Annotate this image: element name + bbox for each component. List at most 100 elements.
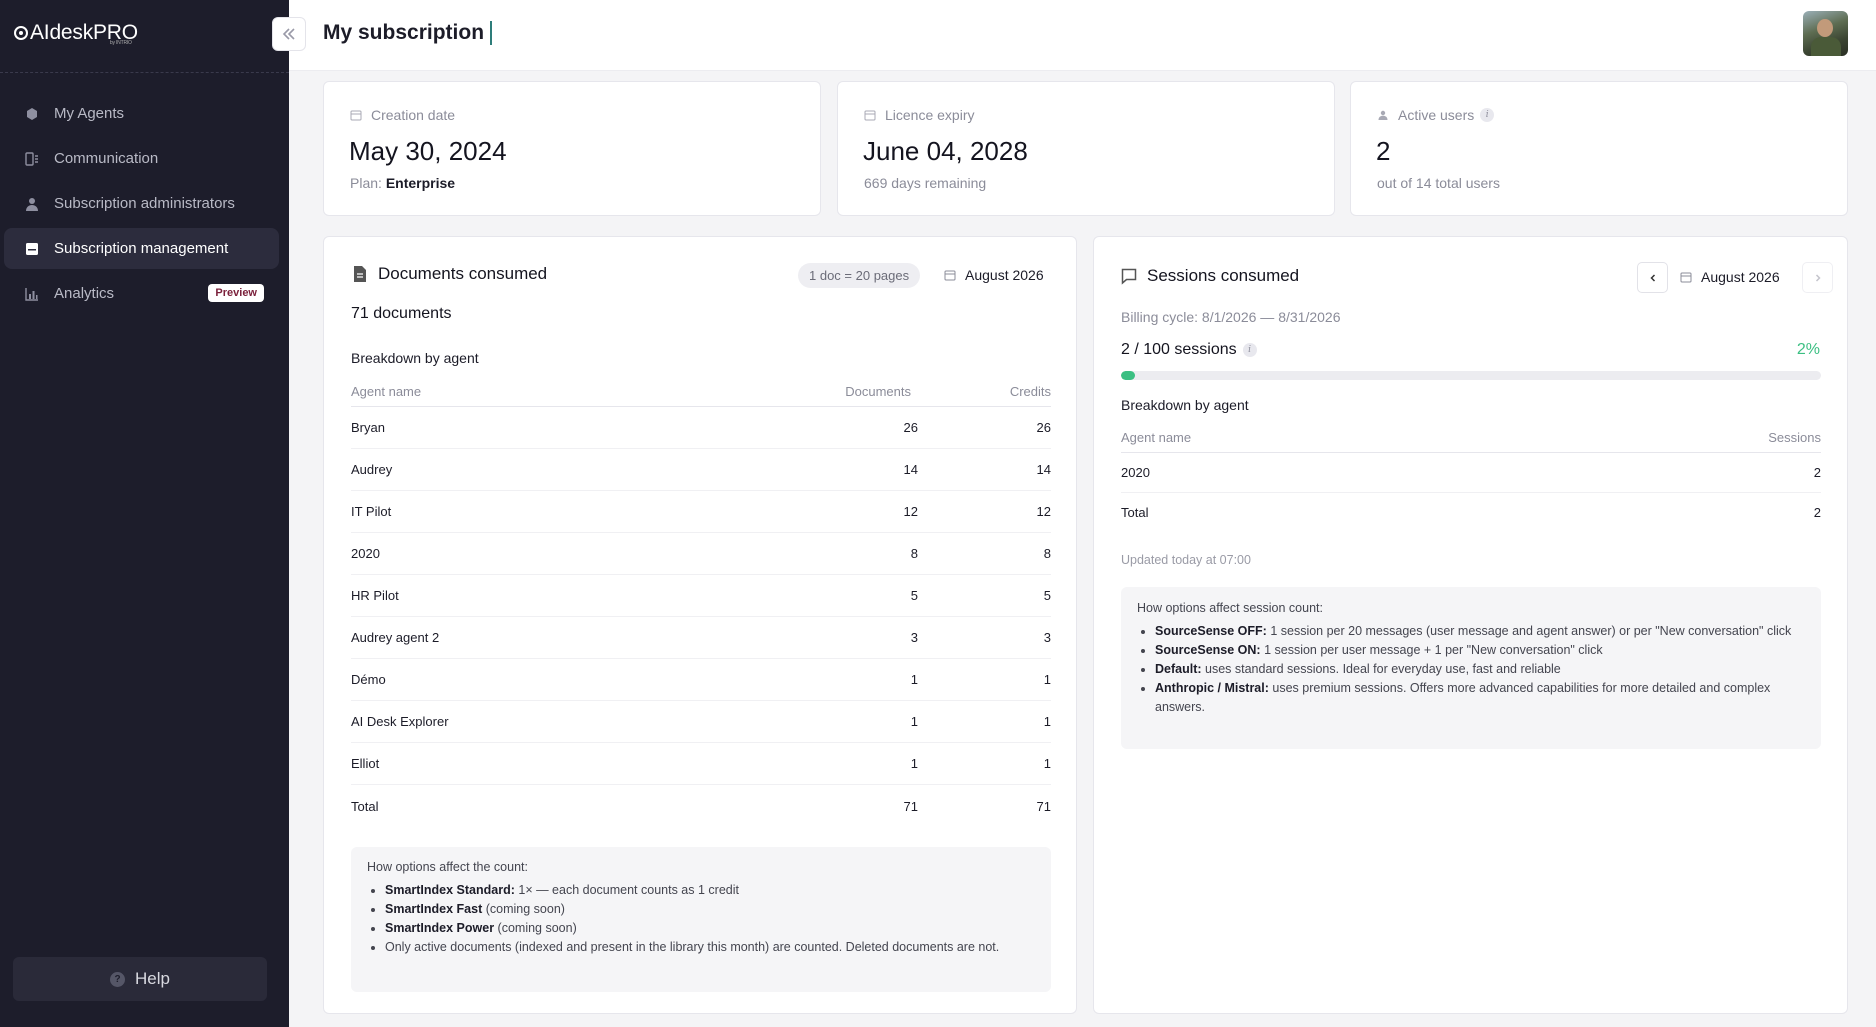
stat-label-text: Active users [1398, 107, 1475, 123]
note-list: SmartIndex Standard: 1× — each document … [367, 881, 1035, 957]
agent-name: IT Pilot [351, 504, 392, 519]
note-heading: How options affect session count: [1137, 601, 1323, 615]
table-row: Démo 1 1 [351, 659, 1051, 701]
breakdown-title: Breakdown by agent [1121, 397, 1249, 413]
month-label: August 2026 [1701, 269, 1780, 285]
collapse-sidebar-button[interactable] [272, 17, 306, 51]
note-item-text: Only active documents (indexed and prese… [385, 940, 1000, 954]
title-cursor [490, 21, 492, 45]
agent-name: HR Pilot [351, 588, 399, 603]
chat-bubble-icon [1121, 268, 1137, 285]
page-header: My subscription [289, 0, 1876, 71]
calendar-icon [944, 270, 956, 281]
documents-value: 1 [910, 672, 918, 687]
total-users: out of 14 total users [1377, 175, 1500, 191]
sessions-table: Agent name Sessions 2020 2 Total 2 [1121, 423, 1821, 531]
note-item-text: (coming soon) [494, 921, 577, 935]
credits-value: 1 [1043, 756, 1051, 771]
documents-value: 1 [910, 756, 918, 771]
table-row: 2020 2 [1121, 453, 1821, 493]
calendar-icon [1680, 272, 1692, 283]
breakdown-title: Breakdown by agent [351, 350, 479, 366]
table-row: HR Pilot 5 5 [351, 575, 1051, 617]
previous-month-button[interactable] [1637, 262, 1668, 293]
licence-expiry-card: Licence expiry June 04, 2028 669 days re… [837, 81, 1335, 216]
creation-date-card: Creation date May 30, 2024 Plan: Enterpr… [323, 81, 821, 216]
note-item: SourceSense OFF: 1 session per 20 messag… [1155, 622, 1805, 641]
note-item: SmartIndex Power (coming soon) [385, 919, 1035, 938]
note-heading: How options affect the count: [367, 860, 528, 874]
updated-timestamp: Updated today at 07:00 [1121, 553, 1251, 567]
table-row: AI Desk Explorer 1 1 [351, 701, 1051, 743]
credits-value: 1 [1043, 672, 1051, 687]
documents-value: 5 [910, 588, 918, 603]
info-icon[interactable]: i [1242, 343, 1257, 357]
days-remaining: 669 days remaining [864, 175, 987, 191]
agent-name: Audrey agent 2 [351, 630, 440, 645]
note-item-text: 1 session per 20 messages (user message … [1266, 624, 1792, 638]
sidebar-item-subscription-administrators[interactable]: Subscription administrators [4, 183, 279, 224]
billing-cycle: Billing cycle: 8/1/2026 — 8/31/2026 [1121, 309, 1341, 325]
sessions-panel: Sessions consumed August 2026 Billing cy… [1093, 236, 1848, 1014]
note-item: SmartIndex Standard: 1× — each document … [385, 881, 1035, 900]
note-item-key: Default: [1155, 662, 1202, 676]
agent-name: 2020 [1121, 465, 1150, 480]
documents-count: 71 documents [351, 305, 452, 322]
table-row: 2020 8 8 [351, 533, 1051, 575]
sidebar-divider [0, 72, 289, 73]
sidebar-item-my-agents[interactable]: My Agents [4, 93, 279, 134]
note-item: SourceSense ON: 1 session per user messa… [1155, 641, 1805, 660]
sidebar-item-subscription-management[interactable]: Subscription management [4, 228, 279, 269]
table-header: Agent name Documents Credits [351, 377, 1051, 407]
user-avatar[interactable] [1803, 11, 1848, 56]
sidebar-item-analytics[interactable]: Analytics Preview [4, 273, 279, 314]
calendar-icon [864, 110, 876, 121]
documents-table: Agent name Documents Credits Bryan 26 26 Au… [351, 377, 1051, 827]
documents-options-note: How options affect the count: SmartIndex… [351, 847, 1051, 992]
agent-name: Audrey [351, 462, 393, 477]
sessions-count: 2 / 100 sessions i [1121, 341, 1257, 359]
table-row: Elliot 1 1 [351, 743, 1051, 785]
page-title: My subscription [323, 21, 485, 44]
info-icon[interactable]: i [1480, 108, 1495, 122]
note-item: Default: uses standard sessions. Ideal f… [1155, 660, 1805, 679]
note-item: Only active documents (indexed and prese… [385, 938, 1035, 957]
credits-value: 14 [1036, 462, 1051, 477]
note-item-key: SmartIndex Power [385, 921, 495, 935]
logo-mark-icon [14, 26, 28, 40]
sidebar-item-communication[interactable]: Communication [4, 138, 279, 179]
documents-month-selector[interactable]: August 2026 [944, 267, 1044, 283]
sessions-progress-bar [1121, 371, 1821, 380]
column-header-credits: Credits [1009, 384, 1051, 399]
table-total-row: Total 2 [1121, 493, 1821, 531]
creation-date-label: Creation date [350, 107, 455, 123]
plan-value: Enterprise [385, 175, 456, 191]
documents-title: Documents consumed [352, 264, 547, 284]
note-item-key: SmartIndex Standard: [385, 883, 515, 897]
app-logo[interactable]: AIdeskPRO by INTRIO [14, 20, 138, 46]
table-total-row: Total 71 71 [351, 785, 1051, 827]
sessions-month-selector[interactable]: August 2026 [1680, 269, 1780, 285]
next-month-button[interactable] [1802, 262, 1833, 293]
note-item-text: (coming soon) [482, 902, 565, 916]
note-item-text: uses standard sessions. Ideal for everyd… [1201, 662, 1561, 676]
note-list: SourceSense OFF: 1 session per 20 messag… [1137, 622, 1805, 717]
chevron-right-icon [1815, 273, 1821, 282]
documents-value: 26 [903, 420, 918, 435]
panel-title-text: Documents consumed [378, 264, 548, 283]
agent-name: Démo [351, 672, 386, 687]
note-item-key: SourceSense OFF: [1155, 624, 1267, 638]
help-button[interactable]: ? Help [13, 957, 267, 1001]
total-credits: 71 [1036, 798, 1051, 814]
calendar-icon [350, 110, 362, 121]
total-label: Total [1121, 504, 1149, 520]
licence-expiry-label: Licence expiry [864, 107, 975, 123]
documents-value: 14 [903, 462, 918, 477]
credits-value: 8 [1043, 546, 1051, 561]
panel-title-text: Sessions consumed [1147, 266, 1300, 285]
sessions-options-note: How options affect session count: Source… [1121, 587, 1821, 749]
active-users-card: Active users i 2 out of 14 total users [1350, 81, 1848, 216]
user-icon [1378, 110, 1388, 120]
table-row: Bryan 26 26 [351, 407, 1051, 449]
sessions-count-text: 2 / 100 sessions [1121, 341, 1237, 358]
